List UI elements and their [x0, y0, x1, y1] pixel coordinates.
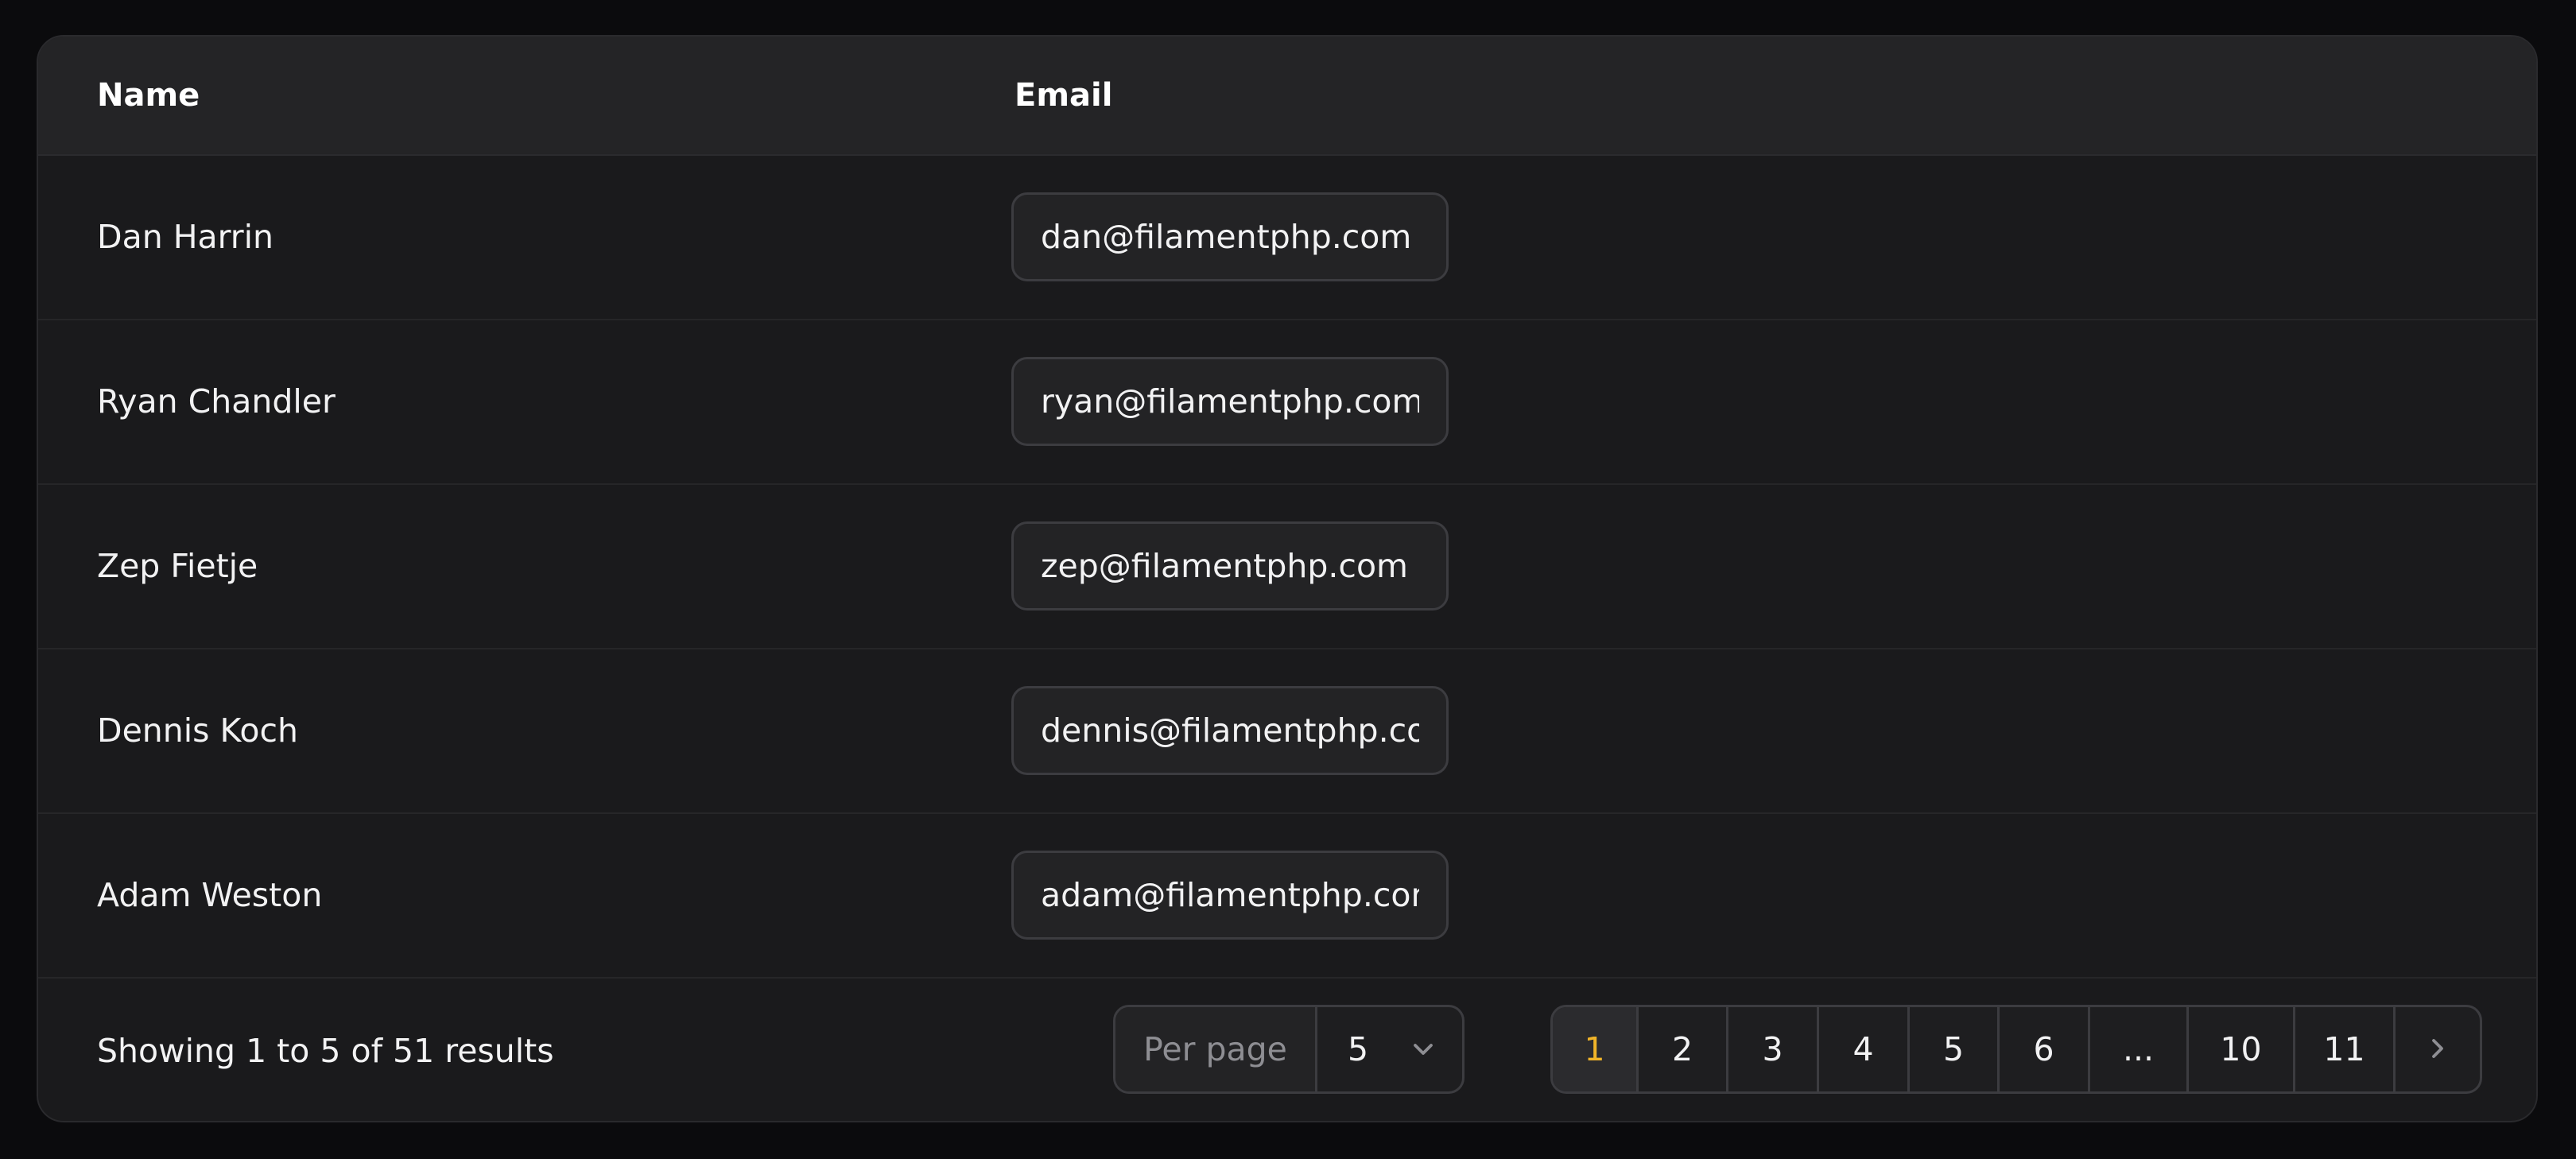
per-page-label: Per page — [1115, 1007, 1317, 1091]
email-field[interactable] — [1011, 851, 1449, 940]
pagination: 1 2 3 4 5 6 ... 10 11 — [1550, 1005, 2482, 1094]
column-header-email[interactable]: Email — [1014, 37, 1112, 154]
page-button-5[interactable]: 5 — [1910, 1007, 2000, 1091]
per-page-value[interactable]: 5 — [1317, 1007, 1462, 1091]
email-field[interactable] — [1011, 521, 1449, 611]
email-field[interactable] — [1011, 686, 1449, 775]
name-cell: Zep Fietje — [97, 547, 258, 585]
page-button-4[interactable]: 4 — [1819, 1007, 1910, 1091]
chevron-right-icon — [2432, 1039, 2443, 1058]
table-row: Adam Weston — [38, 814, 2536, 979]
page-ellipsis: ... — [2090, 1007, 2189, 1091]
table-row: Dan Harrin — [38, 156, 2536, 320]
page-button-1[interactable]: 1 — [1553, 1007, 1639, 1091]
page-button-2[interactable]: 2 — [1639, 1007, 1728, 1091]
table-card: Name Email Dan Harrin Ryan Chandler Zep … — [37, 35, 2538, 1122]
email-field[interactable] — [1011, 357, 1449, 446]
per-page-selected: 5 — [1348, 1030, 1369, 1068]
email-field[interactable] — [1011, 192, 1449, 281]
table-row: Ryan Chandler — [38, 320, 2536, 485]
page-button-6[interactable]: 6 — [2000, 1007, 2090, 1091]
table-row: Zep Fietje — [38, 485, 2536, 649]
page-button-10[interactable]: 10 — [2189, 1007, 2295, 1091]
results-summary: Showing 1 to 5 of 51 results — [97, 1032, 554, 1070]
name-cell: Dennis Koch — [97, 711, 299, 750]
column-header-name[interactable]: Name — [97, 37, 200, 154]
name-cell: Adam Weston — [97, 876, 323, 914]
table-row: Dennis Koch — [38, 649, 2536, 814]
name-cell: Dan Harrin — [97, 218, 274, 256]
next-page-button[interactable] — [2396, 1007, 2480, 1091]
table-header: Name Email — [38, 37, 2536, 156]
page-button-11[interactable]: 11 — [2295, 1007, 2396, 1091]
chevron-down-icon — [1414, 1044, 1433, 1055]
name-cell: Ryan Chandler — [97, 382, 336, 421]
per-page-select[interactable]: Per page 5 — [1113, 1005, 1465, 1094]
table-footer: Showing 1 to 5 of 51 results Per page 5 … — [38, 978, 2536, 1121]
page-button-3[interactable]: 3 — [1728, 1007, 1819, 1091]
